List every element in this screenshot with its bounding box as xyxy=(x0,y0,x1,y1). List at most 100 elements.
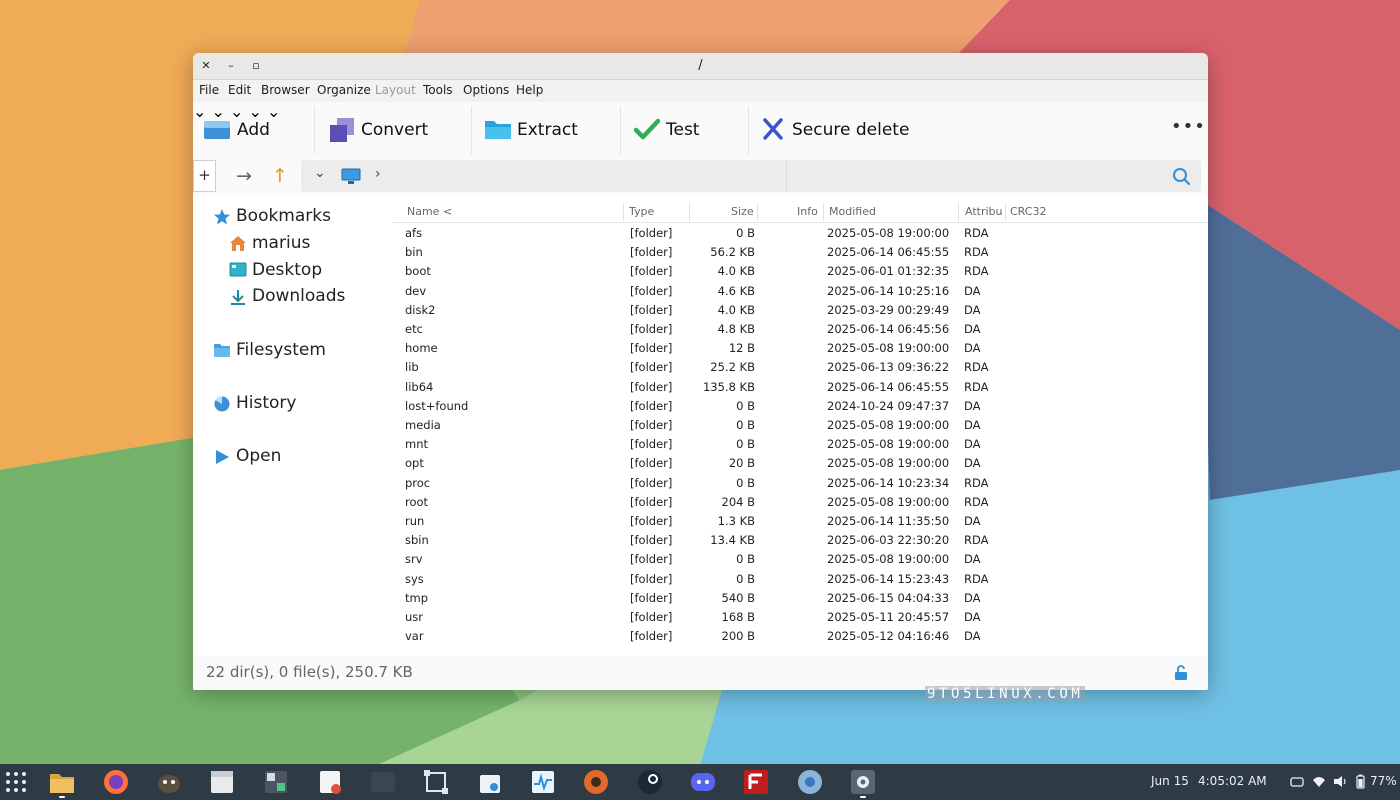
computer-icon[interactable] xyxy=(341,168,361,185)
search-icon[interactable] xyxy=(1172,167,1191,186)
darktable-icon[interactable] xyxy=(582,768,610,796)
column-separator[interactable] xyxy=(823,203,824,221)
discord-icon[interactable] xyxy=(689,768,717,796)
column-header-type[interactable]: Type xyxy=(629,205,654,218)
file-manager-icon[interactable] xyxy=(48,768,76,796)
table-row[interactable]: var [folder] 200 B 2025-05-12 04:16:46 DA xyxy=(393,627,1208,646)
cell-attributes: DA xyxy=(964,341,981,356)
screenshot-icon[interactable] xyxy=(422,768,450,796)
toolbar-separator xyxy=(314,106,315,154)
chromium-icon[interactable] xyxy=(796,768,824,796)
table-row[interactable]: usr [folder] 168 B 2025-05-11 20:45:57 DA xyxy=(393,608,1208,627)
filezilla-icon[interactable] xyxy=(742,768,770,796)
cell-size: 0 B xyxy=(736,418,755,432)
menu-tools[interactable]: Tools xyxy=(423,83,453,97)
table-row[interactable]: opt [folder] 20 B 2025-05-08 19:00:00 DA xyxy=(393,454,1208,473)
calendar-icon[interactable] xyxy=(208,768,236,796)
cell-size: 0 B xyxy=(736,552,755,567)
cell-modified: 2025-05-08 19:00:00 xyxy=(827,437,950,452)
table-row[interactable]: media [folder] 0 B 2025-05-08 19:00:00 DA xyxy=(393,416,1208,435)
cell-name: afs xyxy=(405,226,423,240)
table-row[interactable]: mnt [folder] 0 B 2025-05-08 19:00:00 DA xyxy=(393,435,1208,454)
running-indicator xyxy=(59,796,65,798)
cell-size: 12 B xyxy=(728,341,755,356)
sidebar-item-label: Desktop xyxy=(252,260,323,280)
menu-browser[interactable]: Browser xyxy=(261,83,310,97)
column-separator[interactable] xyxy=(1005,203,1006,221)
clock-date[interactable]: Jun 15 xyxy=(1151,774,1189,788)
column-header-attributes[interactable]: Attribu xyxy=(965,205,1003,218)
add-archive-icon xyxy=(204,121,230,139)
table-row[interactable]: lib [folder] 25.2 KB 2025-06-13 09:36:22 RDA xyxy=(393,358,1208,377)
up-arrow-icon[interactable]: ↑ xyxy=(272,165,288,187)
title-bar[interactable]: ✕ – ▫ / xyxy=(193,53,1208,80)
cell-name: var xyxy=(405,629,424,644)
unlock-icon[interactable] xyxy=(1174,665,1188,681)
sidebar: Bookmarks marius Desktop Downloads Files… xyxy=(193,196,393,656)
table-row[interactable]: sbin [folder] 13.4 KB 2025-06-03 22:30:20 RD… xyxy=(393,531,1208,550)
archiver-icon[interactable] xyxy=(849,768,877,796)
column-header-modified[interactable]: Modified xyxy=(829,205,876,218)
calculator-icon[interactable] xyxy=(262,768,290,796)
app-grid-icon[interactable] xyxy=(2,768,30,796)
table-row[interactable]: lost+found [folder] 0 B 2024-10-24 09:47:37… xyxy=(393,397,1208,416)
firefox-icon[interactable] xyxy=(102,768,130,796)
column-separator[interactable] xyxy=(689,203,690,221)
column-header-crc32[interactable]: CRC32 xyxy=(1010,205,1046,218)
column-separator[interactable] xyxy=(958,203,959,221)
steam-icon[interactable] xyxy=(636,768,664,796)
cell-attributes: RDA xyxy=(964,360,989,375)
table-row[interactable]: root [folder] 204 B 2025-05-08 19:00:00 RDA xyxy=(393,493,1208,512)
add-button[interactable]: Add xyxy=(203,102,313,158)
table-row[interactable]: srv [folder] 0 B 2025-05-08 19:00:00 DA xyxy=(393,550,1208,569)
table-row[interactable]: sys [folder] 0 B 2025-06-14 15:23:43 RDA xyxy=(393,570,1208,589)
table-row[interactable]: lib64 [folder] 135.8 KB 2025-06-14 06:45:55… xyxy=(393,378,1208,397)
column-separator[interactable] xyxy=(757,203,758,221)
table-row[interactable]: etc [folder] 4.8 KB 2025-06-14 06:45:56 DA xyxy=(393,320,1208,339)
forward-arrow-icon[interactable]: → xyxy=(236,165,252,187)
gimp-icon[interactable] xyxy=(155,768,183,796)
menu-help[interactable]: Help xyxy=(516,83,543,97)
search-input[interactable] xyxy=(786,160,1201,192)
menu-edit[interactable]: Edit xyxy=(228,83,251,97)
software-store-icon[interactable] xyxy=(476,768,504,796)
terminal-icon[interactable] xyxy=(369,768,397,796)
cell-modified: 2025-06-01 01:32:35 xyxy=(827,264,950,279)
clock-time[interactable]: 4:05:02 AM xyxy=(1198,774,1267,788)
table-row[interactable]: bin [folder] 56.2 KB 2025-06-14 06:45:55 RDA xyxy=(393,243,1208,262)
table-row[interactable]: boot [folder] 4.0 KB 2025-06-01 01:32:35 RDA xyxy=(393,262,1208,281)
table-row[interactable]: run [folder] 1.3 KB 2025-06-14 11:35:50 DA xyxy=(393,512,1208,531)
system-monitor-icon[interactable] xyxy=(529,768,557,796)
menu-options[interactable]: Options xyxy=(463,83,509,97)
new-tab-button[interactable]: + xyxy=(193,160,216,192)
text-editor-icon[interactable] xyxy=(316,768,344,796)
test-button[interactable]: Test xyxy=(634,102,724,158)
cell-attributes: DA xyxy=(964,552,981,567)
cell-attributes: RDA xyxy=(964,264,989,279)
column-header-size[interactable]: Size xyxy=(731,205,754,218)
secure-delete-button[interactable]: Secure delete xyxy=(762,102,932,158)
convert-button[interactable]: Convert xyxy=(329,102,449,158)
network-status-icon[interactable] xyxy=(1290,776,1304,788)
column-header-name[interactable]: Name < xyxy=(407,205,452,218)
column-separator[interactable] xyxy=(623,203,624,221)
status-bar: 22 dir(s), 0 file(s), 250.7 KB xyxy=(193,656,1208,690)
wifi-icon[interactable] xyxy=(1312,775,1326,788)
more-options-icon[interactable]: ••• xyxy=(1171,116,1206,137)
column-header-info[interactable]: Info xyxy=(797,205,818,218)
table-row[interactable]: dev [folder] 4.6 KB 2025-06-14 10:25:16 DA xyxy=(393,282,1208,301)
extract-button[interactable]: Extract xyxy=(484,102,594,158)
menu-organize[interactable]: Organize xyxy=(317,83,371,97)
path-bar[interactable]: ⌄ › xyxy=(301,160,786,192)
cell-attributes: DA xyxy=(964,629,981,644)
table-row[interactable]: home [folder] 12 B 2025-05-08 19:00:00 DA xyxy=(393,339,1208,358)
volume-icon[interactable] xyxy=(1333,775,1347,788)
table-row[interactable]: afs [folder] 0 B 2025-05-08 19:00:00 RDA xyxy=(393,224,1208,243)
table-row[interactable]: tmp [folder] 540 B 2025-06-15 04:04:33 DA xyxy=(393,589,1208,608)
cell-attributes: RDA xyxy=(964,379,989,394)
path-dropdown-chevron-icon[interactable]: ⌄ xyxy=(314,165,326,181)
table-row[interactable]: proc [folder] 0 B 2025-06-14 10:23:34 RDA xyxy=(393,474,1208,493)
table-row[interactable]: disk2 [folder] 4.0 KB 2025-03-29 00:29:49 DA xyxy=(393,301,1208,320)
menu-file[interactable]: File xyxy=(199,83,219,97)
battery-icon[interactable] xyxy=(1356,774,1365,789)
